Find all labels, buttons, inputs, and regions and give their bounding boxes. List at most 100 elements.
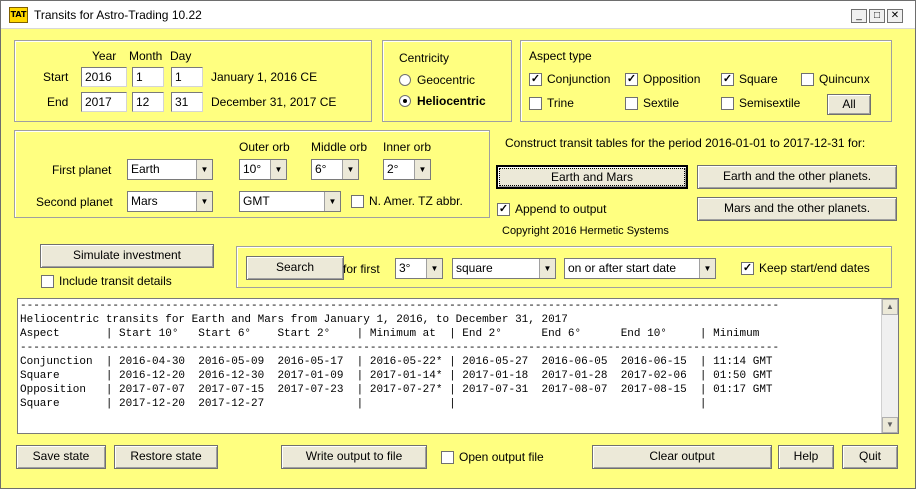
chevron-down-icon[interactable]: ▼	[539, 259, 555, 278]
date-range-group: Year Month Day Start 2016 1 1 January 1,…	[14, 40, 372, 122]
app-window: TAT Transits for Astro-Trading 10.22 _ □…	[0, 0, 916, 489]
trine-checkbox[interactable]	[529, 97, 542, 110]
middle-orb-label: Middle orb	[311, 140, 368, 154]
semisextile-checkbox[interactable]	[721, 97, 734, 110]
append-output-checkbox[interactable]: ✓	[497, 203, 510, 216]
opposition-label[interactable]: Opposition	[643, 72, 700, 86]
chevron-down-icon[interactable]: ▼	[324, 192, 340, 211]
square-checkbox[interactable]: ✓	[721, 73, 734, 86]
opposition-checkbox[interactable]: ✓	[625, 73, 638, 86]
title-bar: TAT Transits for Astro-Trading 10.22 _ □…	[1, 1, 915, 29]
quit-button[interactable]: Quit	[842, 445, 898, 469]
window-title: Transits for Astro-Trading 10.22	[34, 8, 202, 22]
output-line: ----------------------------------------…	[20, 342, 780, 354]
scroll-down-icon[interactable]: ▼	[882, 417, 898, 433]
second-planet-select[interactable]: Mars ▼	[127, 191, 213, 212]
start-month-field[interactable]: 1	[132, 67, 164, 87]
chevron-down-icon[interactable]: ▼	[414, 160, 430, 179]
search-aspect-select[interactable]: square ▼	[452, 258, 556, 279]
earth-mars-button[interactable]: Earth and Mars	[496, 165, 688, 189]
chevron-down-icon[interactable]: ▼	[196, 160, 212, 179]
quincunx-checkbox[interactable]	[801, 73, 814, 86]
search-button[interactable]: Search	[246, 256, 344, 280]
tz-abbr-label[interactable]: N. Amer. TZ abbr.	[369, 194, 463, 208]
first-planet-select[interactable]: Earth ▼	[127, 159, 213, 180]
day-column-label: Day	[170, 49, 192, 63]
earth-other-planets-button[interactable]: Earth and the other planets.	[697, 165, 897, 189]
geocentric-label[interactable]: Geocentric	[417, 73, 475, 87]
open-output-label[interactable]: Open output file	[459, 450, 544, 464]
start-date-text: January 1, 2016 CE	[211, 70, 318, 84]
middle-orb-value: 6°	[315, 162, 327, 176]
output-line: Square | 2016-12-20 2016-12-30 2017-01-0…	[20, 370, 773, 382]
keep-dates-label[interactable]: Keep start/end dates	[759, 261, 870, 275]
heliocentric-label[interactable]: Heliocentric	[417, 94, 486, 108]
chevron-down-icon[interactable]: ▼	[426, 259, 442, 278]
clear-output-button[interactable]: Clear output	[592, 445, 772, 469]
chevron-down-icon[interactable]: ▼	[196, 192, 212, 211]
output-line: Heliocentric transits for Earth and Mars…	[20, 314, 568, 326]
square-label[interactable]: Square	[739, 72, 778, 86]
open-output-checkbox[interactable]	[441, 451, 454, 464]
first-planet-label: First planet	[52, 163, 112, 177]
search-aspect-value: square	[456, 261, 493, 275]
help-button[interactable]: Help	[778, 445, 834, 469]
output-line: Aspect | Start 10° Start 6° Start 2° | M…	[20, 328, 760, 340]
start-year-field[interactable]: 2016	[81, 67, 127, 87]
include-details-checkbox[interactable]	[41, 275, 54, 288]
sextile-checkbox[interactable]	[625, 97, 638, 110]
include-details-label[interactable]: Include transit details	[59, 274, 172, 288]
semisextile-label[interactable]: Semisextile	[739, 96, 800, 110]
search-orb-select[interactable]: 3° ▼	[395, 258, 443, 279]
search-group: Search for first 3° ▼ square ▼ on or aft…	[236, 246, 892, 288]
app-icon: TAT	[9, 7, 28, 23]
save-state-button[interactable]: Save state	[16, 445, 106, 469]
month-column-label: Month	[129, 49, 163, 63]
chevron-down-icon[interactable]: ▼	[270, 160, 286, 179]
search-orb-value: 3°	[399, 261, 411, 275]
mars-other-planets-button[interactable]: Mars and the other planets.	[697, 197, 897, 221]
planets-group: Outer orb Middle orb Inner orb First pla…	[14, 130, 490, 218]
simulate-investment-button[interactable]: Simulate investment	[40, 244, 214, 268]
conjunction-checkbox[interactable]: ✓	[529, 73, 542, 86]
heliocentric-radio[interactable]	[399, 95, 411, 107]
chevron-down-icon[interactable]: ▼	[342, 160, 358, 179]
end-month-field[interactable]: 12	[132, 92, 164, 112]
start-day-field[interactable]: 1	[171, 67, 203, 87]
output-line: ----------------------------------------…	[20, 300, 780, 312]
keep-dates-checkbox[interactable]: ✓	[741, 262, 754, 275]
outer-orb-label: Outer orb	[239, 140, 290, 154]
timezone-select[interactable]: GMT ▼	[239, 191, 341, 212]
tz-abbr-checkbox[interactable]	[351, 195, 364, 208]
second-planet-value: Mars	[131, 194, 158, 208]
end-day-field[interactable]: 31	[171, 92, 203, 112]
trine-label[interactable]: Trine	[547, 96, 574, 110]
restore-state-button[interactable]: Restore state	[114, 445, 218, 469]
first-planet-value: Earth	[131, 162, 160, 176]
search-when-select[interactable]: on or after start date ▼	[564, 258, 716, 279]
output-textarea[interactable]: ----------------------------------------…	[17, 298, 899, 434]
maximize-button[interactable]: □	[869, 9, 885, 23]
append-output-label[interactable]: Append to output	[515, 202, 606, 216]
output-text: ----------------------------------------…	[18, 299, 898, 411]
scroll-up-icon[interactable]: ▲	[882, 299, 898, 315]
conjunction-label[interactable]: Conjunction	[547, 72, 610, 86]
inner-orb-select[interactable]: 2° ▼	[383, 159, 431, 180]
minimize-button[interactable]: _	[851, 9, 867, 23]
copyright-text: Copyright 2016 Hermetic Systems	[502, 225, 669, 237]
output-line: Square | 2017-12-20 2017-12-27 | | |	[20, 398, 707, 410]
quincunx-label[interactable]: Quincunx	[819, 72, 870, 86]
close-button[interactable]: ✕	[887, 9, 903, 23]
year-column-label: Year	[92, 49, 117, 63]
aspect-type-group: Aspect type ✓ Conjunction ✓ Opposition ✓…	[520, 40, 892, 122]
vertical-scrollbar[interactable]: ▲ ▼	[881, 299, 898, 433]
write-output-button[interactable]: Write output to file	[281, 445, 427, 469]
outer-orb-select[interactable]: 10° ▼	[239, 159, 287, 180]
chevron-down-icon[interactable]: ▼	[699, 259, 715, 278]
all-aspects-button[interactable]: All	[827, 94, 871, 115]
end-year-field[interactable]: 2017	[81, 92, 127, 112]
sextile-label[interactable]: Sextile	[643, 96, 679, 110]
geocentric-radio[interactable]	[399, 74, 411, 86]
output-line: Conjunction | 2016-04-30 2016-05-09 2016…	[20, 356, 773, 368]
middle-orb-select[interactable]: 6° ▼	[311, 159, 359, 180]
